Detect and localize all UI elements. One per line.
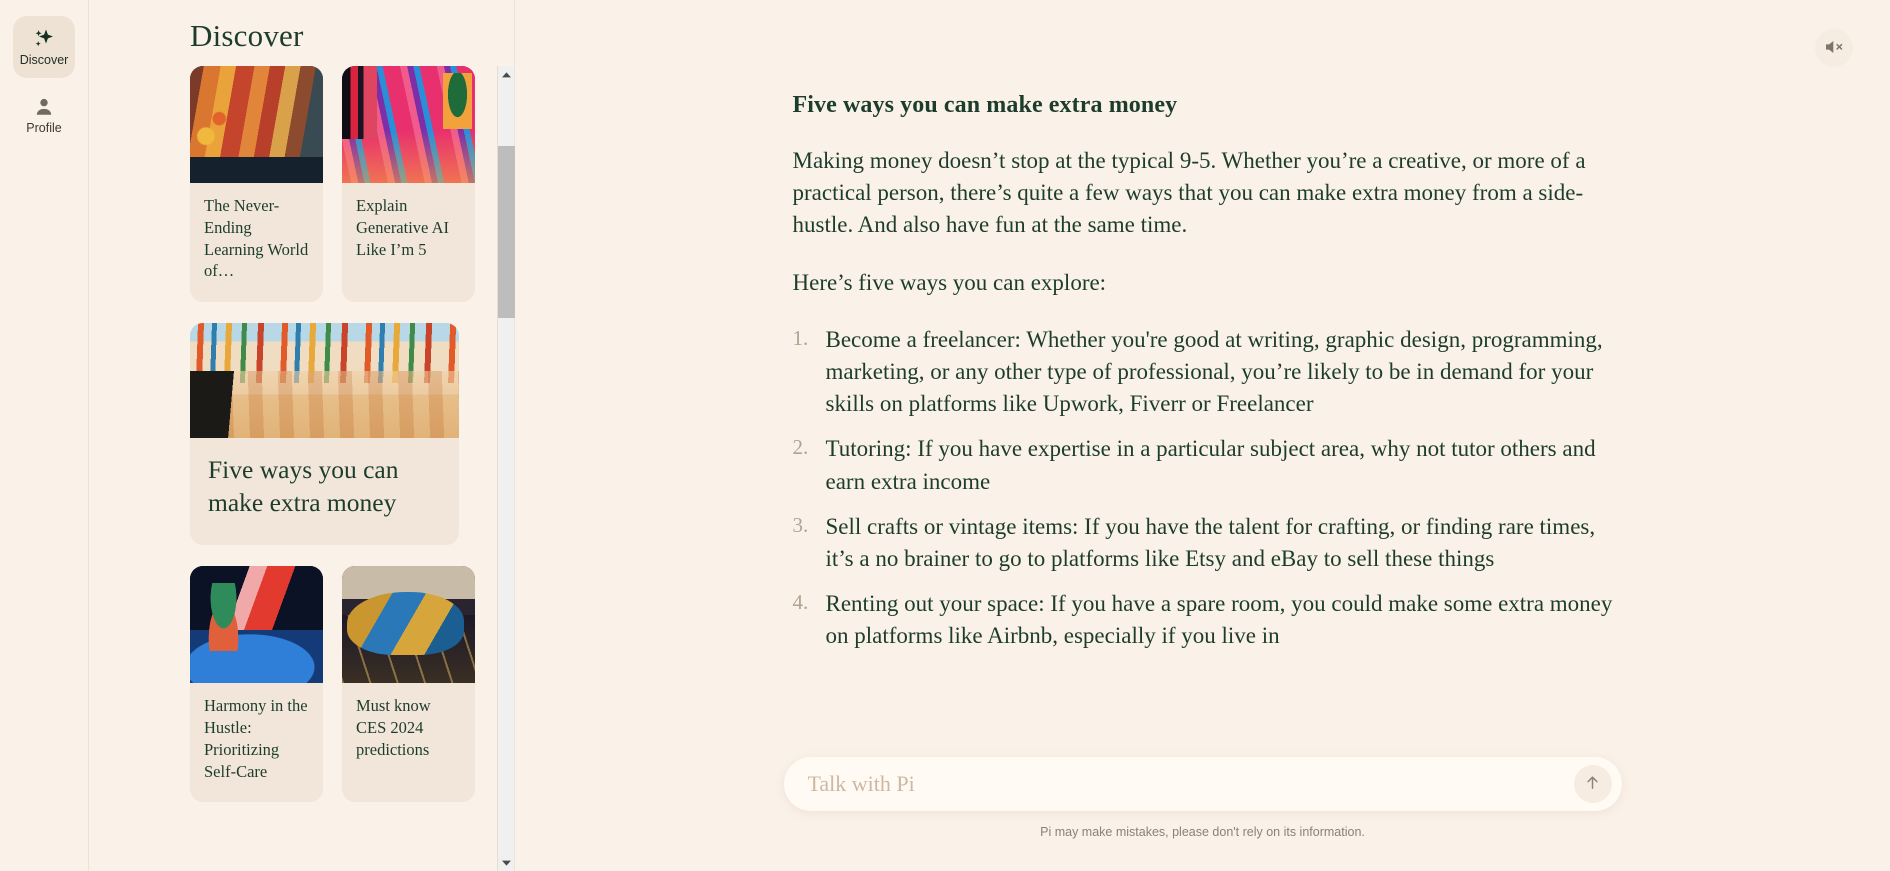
send-button[interactable] <box>1573 765 1612 803</box>
article-paragraph: Here’s five ways you can explore: <box>792 269 1107 295</box>
discover-card[interactable]: Harmony in the Hustle: Prioritizing Self… <box>190 566 323 803</box>
card-thumbnail <box>342 566 475 684</box>
discover-cards-list: The Never-Ending Learning World of… Expl… <box>89 66 515 803</box>
card-title: Harmony in the Hustle: Prioritizing Self… <box>204 696 308 781</box>
card-title: Five ways you can make extra money <box>208 455 399 518</box>
arrow-up-icon <box>1584 774 1601 794</box>
list-item: Renting out your space: If you have a sp… <box>793 588 1613 649</box>
card-row: The Never-Ending Learning World of… Expl… <box>190 66 481 303</box>
sidebar-item-label: Discover <box>19 53 69 68</box>
article-heading: Five ways you can make extra money <box>792 92 1178 118</box>
card-thumbnail <box>190 66 323 183</box>
card-title: Explain Generative AI Like I’m 5 <box>356 196 449 259</box>
article-numbered-list: Become a freelancer: Whether you're good… <box>793 324 1613 653</box>
chevron-up-icon[interactable] <box>498 66 515 83</box>
discover-card-featured[interactable]: Five ways you can make extra money <box>190 323 459 546</box>
message-composer[interactable] <box>783 757 1622 811</box>
list-item: Tutoring: If you have expertise in a par… <box>793 433 1596 494</box>
chevron-down-icon[interactable] <box>498 854 515 871</box>
card-thumbnail <box>190 566 323 684</box>
card-title: The Never-Ending Learning World of… <box>204 196 309 281</box>
scrollbar-thumb[interactable] <box>497 146 515 318</box>
article-paragraph: Making money doesn’t stop at the typical… <box>792 148 1586 238</box>
card-row: Five ways you can make extra money <box>190 323 481 546</box>
composer-area: Pi may make mistakes, please don't rely … <box>515 757 1890 839</box>
card-title: Must know CES 2024 predictions <box>356 696 431 759</box>
disclaimer-text: Pi may make mistakes, please don't rely … <box>1040 825 1365 839</box>
main-content: Five ways you can make extra money Makin… <box>515 0 1890 871</box>
discover-card[interactable]: The Never-Ending Learning World of… <box>190 66 323 303</box>
card-thumbnail <box>342 66 475 183</box>
card-row: Harmony in the Hustle: Prioritizing Self… <box>190 566 481 803</box>
scrollbar-track[interactable] <box>497 83 515 854</box>
discover-panel: Discover The Never-Ending Learning World… <box>89 0 515 871</box>
discover-card[interactable]: Explain Generative AI Like I’m 5 <box>342 66 475 303</box>
sidebar-item-profile[interactable]: Profile <box>13 84 75 146</box>
discover-card[interactable]: Must know CES 2024 predictions <box>342 566 475 803</box>
article-body: Five ways you can make extra money Makin… <box>515 0 1890 871</box>
sidebar-item-discover[interactable]: Discover <box>13 16 75 78</box>
discover-cards-scroll-area[interactable]: The Never-Ending Learning World of… Expl… <box>89 66 515 871</box>
person-icon <box>32 95 56 119</box>
list-item: Become a freelancer: Whether you're good… <box>793 324 1603 417</box>
page-title: Discover <box>190 18 304 53</box>
discover-scrollbar[interactable] <box>497 66 515 871</box>
pi-discover-app: Discover Profile Discover The Never-Endi… <box>0 0 1890 871</box>
card-thumbnail <box>190 323 459 439</box>
sidebar-item-label: Profile <box>26 121 62 136</box>
message-input[interactable] <box>807 771 1574 797</box>
list-item: Sell crafts or vintage items: If you hav… <box>793 511 1596 571</box>
sparkle-icon <box>32 27 56 51</box>
left-nav-rail: Discover Profile <box>0 0 89 871</box>
